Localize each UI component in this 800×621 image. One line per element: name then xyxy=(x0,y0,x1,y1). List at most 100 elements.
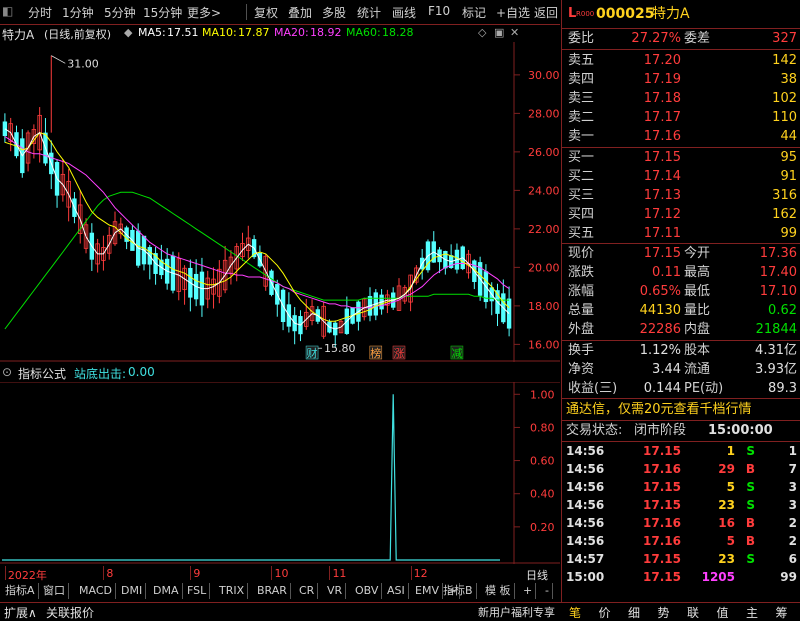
indicator-tab[interactable]: TRIX xyxy=(216,583,249,599)
stat-row: 总量 44130 量比 0.62 xyxy=(562,301,800,320)
bid-label: 买五 xyxy=(568,226,595,241)
indicator-tab-right[interactable]: 指标B xyxy=(440,583,477,599)
period-tab-5min[interactable]: 5分钟 xyxy=(104,4,136,21)
ask-row: 卖五 17.20 142 xyxy=(562,51,800,70)
fund-value: 3.93亿 xyxy=(755,362,797,377)
tick-volume: 1 xyxy=(726,444,735,458)
event-marker-label: 涨 xyxy=(393,347,404,360)
indicator-tab[interactable]: OBV xyxy=(352,583,383,599)
stat-value: 44130 xyxy=(639,303,681,318)
collapse-icon[interactable]: ◧ xyxy=(2,4,13,18)
close-icon[interactable]: ✕ xyxy=(510,26,519,39)
y-tick-label: 22.00 xyxy=(528,223,560,236)
ask-price: 17.18 xyxy=(643,91,681,106)
period-label[interactable]: 日线 xyxy=(526,567,548,583)
stat-row: 外盘 22286 内盘 21844 xyxy=(562,320,800,339)
fund-label: PE(动) xyxy=(684,381,724,396)
quote-tab[interactable]: 筹 xyxy=(776,604,788,621)
tick-count: 1 xyxy=(788,444,797,458)
bid-price: 17.13 xyxy=(643,188,681,203)
indicator-tick-label: 0.60 xyxy=(530,455,555,468)
tick-price: 17.15 xyxy=(643,498,681,512)
indicator-chart[interactable]: 1.00 0.80 0.60 0.40 0.20 xyxy=(0,382,560,564)
bid-volume: 95 xyxy=(780,150,797,165)
indicator-tab[interactable]: DMI xyxy=(118,583,147,599)
stats-button[interactable]: 统计 xyxy=(357,4,381,21)
related-quote-button[interactable]: 关联报价 xyxy=(46,604,94,621)
indicator-tick-label: 0.80 xyxy=(530,421,555,434)
overlay-button[interactable]: 叠加 xyxy=(288,4,312,21)
trade-status-value: 闭市阶段 xyxy=(634,423,687,438)
new-user-promo[interactable]: 新用户福利专享 xyxy=(478,604,555,620)
bid-row: 买二 17.14 91 xyxy=(562,167,800,186)
kline-chart[interactable]: 30.00 28.00 26.00 24.00 22.00 20.00 18.00 16.00… xyxy=(0,42,560,362)
top-toolbar: ◧ 分时 1分钟 5分钟 15分钟 更多> 复权 叠加 多股 统计 画线 F10… xyxy=(0,0,560,25)
tick-row: 14:56 17.15 5 S 3 xyxy=(562,478,800,496)
quote-tab[interactable]: 值 xyxy=(717,604,729,621)
quote-tab[interactable]: 细 xyxy=(628,604,640,621)
period-tab-timeshare[interactable]: 分时 xyxy=(28,4,52,21)
tick-count: 99 xyxy=(780,570,797,584)
period-tab-15min[interactable]: 15分钟 xyxy=(143,4,182,21)
fuquan-button[interactable]: 复权 xyxy=(254,4,278,21)
bid-volume: 316 xyxy=(772,188,797,203)
stat-row: 涨跌 0.11 最高 17.40 xyxy=(562,263,800,282)
quote-tab[interactable]: 主 xyxy=(746,604,758,621)
indicator-toggle-icon[interactable]: ⊙ xyxy=(2,365,12,379)
quote-tab[interactable]: 笔 xyxy=(569,604,581,621)
fund-value: 4.31亿 xyxy=(755,343,797,358)
settings-icon[interactable]: ◆ xyxy=(124,26,132,39)
bid-row: 买三 17.13 316 xyxy=(562,186,800,205)
indicator-tab[interactable]: VR xyxy=(324,583,347,599)
chart-mode[interactable]: (日线,前复权) xyxy=(44,26,111,42)
ask-row: 卖二 17.17 110 xyxy=(562,108,800,127)
stat-value: 0.65% xyxy=(639,284,681,299)
indicator-tab[interactable]: 指标A xyxy=(2,583,39,599)
stat-value: 0.62 xyxy=(768,303,797,318)
f10-button[interactable]: F10 xyxy=(428,4,450,18)
indicator-tick-label: 0.20 xyxy=(530,521,555,534)
trade-status-label: 交易状态: xyxy=(566,423,623,438)
period-tab-more[interactable]: 更多> xyxy=(187,4,221,21)
tick-time: 14:56 xyxy=(566,534,605,548)
tick-price: 17.15 xyxy=(643,570,681,584)
indicator-tab-right[interactable]: 模 板 xyxy=(482,583,515,599)
promo-banner[interactable]: 通达信，仅需20元查看千档行情 xyxy=(566,400,752,419)
quote-tab[interactable]: 势 xyxy=(658,604,670,621)
candle-body xyxy=(2,121,8,137)
draw-line-button[interactable]: 画线 xyxy=(392,4,416,21)
tick-row: 14:56 17.15 23 S 3 xyxy=(562,496,800,514)
expand-button[interactable]: 扩展∧ xyxy=(4,604,37,621)
ma20-label: MA20: xyxy=(274,26,309,39)
indicator-tab[interactable]: 窗口 xyxy=(40,583,69,599)
indicator-tab[interactable]: BRAR xyxy=(254,583,291,599)
period-tab-1min[interactable]: 1分钟 xyxy=(62,4,94,21)
quote-tab[interactable]: 联 xyxy=(687,604,699,621)
indicator-tab-right[interactable]: + xyxy=(520,583,537,599)
back-button[interactable]: 返回 xyxy=(534,4,558,21)
x-tick-label: 11 xyxy=(332,567,347,580)
bid-price: 17.11 xyxy=(643,226,681,241)
tick-time: 14:56 xyxy=(566,444,605,458)
y-tick-label: 26.00 xyxy=(528,146,560,159)
indicator-tab-right[interactable]: - xyxy=(542,583,553,599)
indicator-title[interactable]: 指标公式 xyxy=(18,365,66,382)
collapse-chart-icon[interactable]: ▣ xyxy=(494,26,504,39)
indicator-tab[interactable]: FSL xyxy=(184,583,211,599)
fund-label: 收益(三) xyxy=(568,381,618,396)
indicator-tab[interactable]: CR xyxy=(296,583,319,599)
add-watchlist-button[interactable]: +自选 xyxy=(496,4,530,21)
mark-button[interactable]: 标记 xyxy=(462,4,486,21)
diamond-icon[interactable]: ◇ xyxy=(478,26,486,39)
bid-price: 17.14 xyxy=(643,169,681,184)
quote-tab[interactable]: 价 xyxy=(599,604,611,621)
x-tick-mark xyxy=(190,566,192,580)
indicator-tab[interactable]: MACD xyxy=(76,583,116,599)
indicator-tab[interactable]: ASI xyxy=(384,583,409,599)
ma10-value: 17.87 xyxy=(238,26,270,39)
bid-price: 17.15 xyxy=(643,150,681,165)
tick-price: 17.15 xyxy=(643,444,681,458)
multi-stock-button[interactable]: 多股 xyxy=(322,4,346,21)
indicator-tab[interactable]: EMV xyxy=(412,583,443,599)
indicator-tab[interactable]: DMA xyxy=(150,583,183,599)
